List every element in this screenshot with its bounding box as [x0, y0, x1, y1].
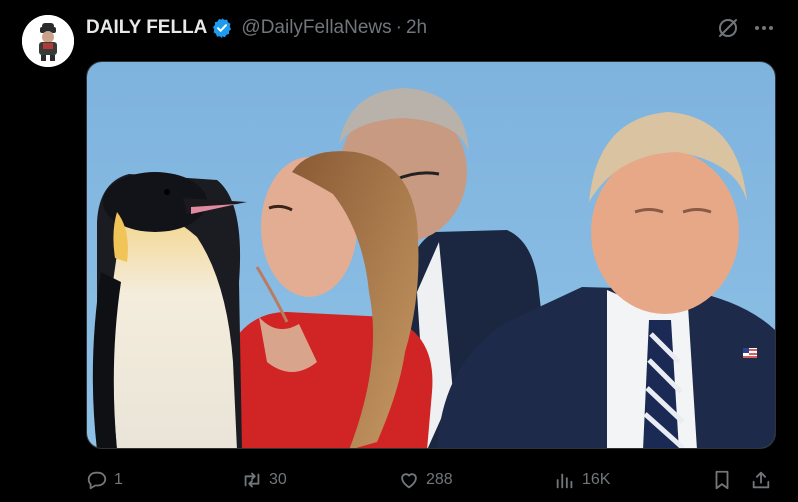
reply-count: 1 — [114, 471, 123, 488]
views-icon — [556, 473, 573, 489]
timestamp[interactable]: 2h — [406, 16, 427, 40]
tweet-header: DAILY FELLA @DailyFellaNews · 2h — [86, 16, 427, 40]
tweet-media-photo[interactable] — [86, 61, 776, 449]
separator-dot: · — [395, 17, 402, 38]
share-icon — [752, 471, 770, 489]
bookmark-icon — [715, 470, 729, 490]
reply-icon — [87, 471, 107, 490]
repost-count: 30 — [269, 471, 287, 488]
verified-badge-icon — [211, 17, 233, 39]
author-handle[interactable]: @DailyFellaNews — [241, 16, 391, 40]
share-button[interactable] — [750, 466, 772, 494]
tweet-actions: 1 30 288 16K — [86, 466, 776, 494]
views-button[interactable]: 16K — [554, 466, 610, 494]
bookmark-button[interactable] — [711, 466, 733, 494]
repost-icon — [244, 472, 260, 488]
views-count: 16K — [582, 471, 611, 488]
avatar[interactable] — [22, 15, 74, 67]
more-icon[interactable] — [752, 16, 776, 40]
like-count: 288 — [426, 471, 453, 488]
repost-button[interactable]: 30 — [241, 466, 287, 494]
grok-icon[interactable] — [716, 16, 740, 40]
penguin — [92, 172, 247, 448]
reply-button[interactable]: 1 — [86, 466, 123, 494]
like-icon — [401, 473, 417, 489]
display-name[interactable]: DAILY FELLA — [86, 16, 207, 40]
like-button[interactable]: 288 — [398, 466, 453, 494]
